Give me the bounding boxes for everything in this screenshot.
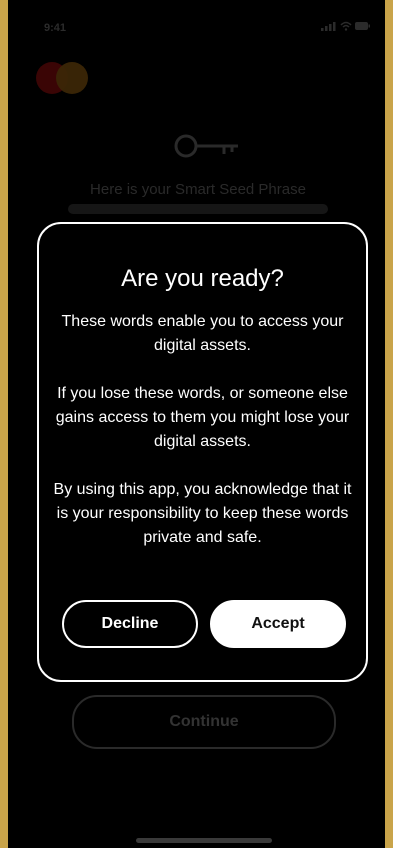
confirmation-modal: Are you ready? These words enable you to…: [37, 222, 368, 682]
home-indicator: [136, 838, 272, 843]
background-heading: Here is your Smart Seed Phrase: [90, 181, 306, 198]
outer-frame: 9:41 Here is your Smart Seed Phrase Cont…: [0, 0, 393, 848]
decline-button[interactable]: Decline: [62, 600, 198, 648]
modal-paragraph-access: These words enable you to access your di…: [61, 313, 344, 354]
accept-button[interactable]: Accept: [210, 600, 346, 648]
continue-button: Continue: [72, 695, 336, 749]
modal-body: These words enable you to access your di…: [51, 310, 354, 574]
modal-title: Are you ready?: [121, 265, 284, 292]
key-icon: [174, 134, 238, 158]
background-subtext: [68, 204, 328, 214]
status-time: 9:41: [44, 22, 67, 34]
phone-screen: 9:41 Here is your Smart Seed Phrase Cont…: [8, 0, 385, 848]
modal-paragraph-loss: If you lose these words, or someone else…: [55, 385, 350, 450]
status-icons: [321, 20, 371, 35]
logo-circle-right: [56, 62, 88, 94]
status-bar: 9:41: [8, 18, 385, 38]
brand-logo: [36, 62, 92, 94]
modal-paragraph-responsibility: By using this app, you acknowledge that …: [53, 481, 352, 546]
signal-wifi-battery-icon: [321, 21, 370, 31]
